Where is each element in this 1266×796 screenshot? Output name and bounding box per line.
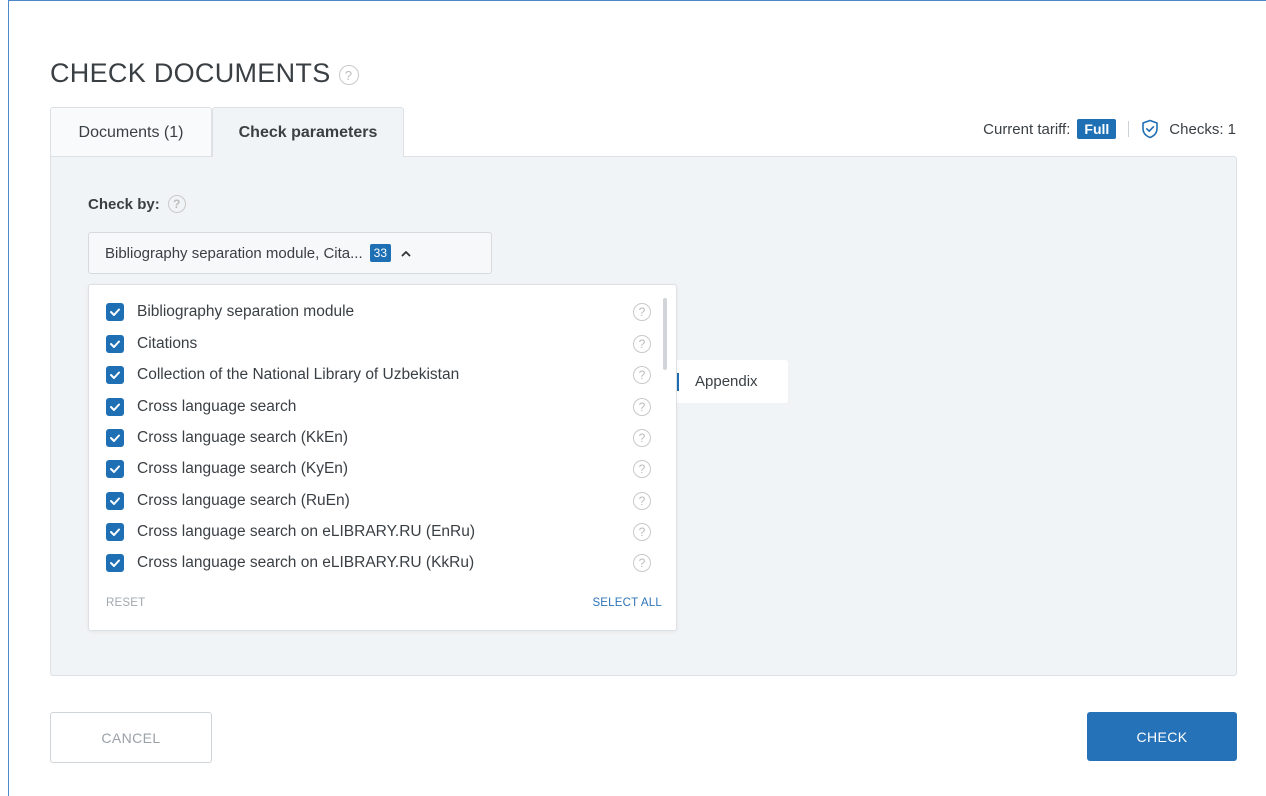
module-option[interactable]: Collection of the National Library of Uz… — [106, 364, 651, 386]
page-title-text: CHECK DOCUMENTS — [50, 58, 331, 88]
module-label: Cross language search (KkEn) — [137, 429, 349, 446]
module-label: Cross language search (KyEn) — [137, 460, 349, 477]
divider — [1128, 121, 1130, 137]
appendix-label: Appendix — [695, 373, 758, 390]
tariff-info: Current tariff: Full Checks: 1 — [983, 119, 1236, 139]
reset-button[interactable]: RESET — [106, 597, 145, 609]
help-icon[interactable]: ? — [633, 523, 651, 541]
help-icon[interactable]: ? — [633, 303, 651, 321]
module-label: Citations — [137, 335, 198, 352]
check-by-select[interactable]: Bibliography separation module, Cita... … — [88, 232, 492, 274]
cancel-button-label: CANCEL — [101, 729, 161, 746]
scrollbar-thumb[interactable] — [663, 298, 667, 370]
check-button-label: CHECK — [1136, 728, 1188, 745]
module-option[interactable]: Cross language search ? — [106, 396, 651, 418]
tariff-badge: Full — [1077, 119, 1117, 139]
checkbox-checked-icon[interactable] — [106, 492, 124, 510]
select-all-button[interactable]: SELECT ALL — [592, 597, 662, 609]
checkbox-checked-icon[interactable] — [106, 554, 124, 572]
module-option[interactable]: Cross language search on eLIBRARY.RU (Kk… — [106, 552, 651, 574]
tariff-label: Current tariff: — [983, 120, 1071, 138]
tab-check-parameters-label: Check parameters — [238, 123, 378, 141]
checks-count: Checks: 1 — [1169, 120, 1236, 138]
check-by-text: Check by: — [88, 195, 160, 213]
shield-check-icon — [1141, 119, 1159, 139]
help-icon[interactable]: ? — [633, 429, 651, 447]
selected-summary: Bibliography separation module, Cita... — [105, 244, 363, 262]
tab-documents[interactable]: Documents (1) — [50, 107, 212, 157]
page-title: CHECK DOCUMENTS ? — [50, 58, 359, 89]
module-label: Cross language search — [137, 398, 297, 415]
module-label: Collection of the National Library of Uz… — [137, 366, 460, 383]
help-icon[interactable]: ? — [633, 366, 651, 384]
checkbox-checked-icon[interactable] — [106, 429, 124, 447]
checkbox-checked-icon[interactable] — [106, 366, 124, 384]
module-label: Bibliography separation module — [137, 303, 355, 320]
tab-check-parameters[interactable]: Check parameters — [212, 107, 404, 157]
module-option[interactable]: Bibliography separation module ? — [106, 301, 651, 323]
module-option[interactable]: Cross language search (KyEn) ? — [106, 458, 651, 480]
appendix-option[interactable]: Appendix — [676, 360, 788, 403]
selected-count-badge: 33 — [369, 244, 392, 262]
checkbox-checked-icon[interactable] — [106, 523, 124, 541]
tab-documents-label: Documents (1) — [78, 123, 184, 141]
check-button[interactable]: CHECK — [1087, 712, 1237, 761]
module-label: Cross language search on eLIBRARY.RU (Kk… — [137, 554, 475, 571]
module-option[interactable]: Cross language search on eLIBRARY.RU (En… — [106, 521, 651, 543]
chevron-up-icon — [401, 246, 411, 260]
module-label: Cross language search on eLIBRARY.RU (En… — [137, 523, 476, 540]
help-icon[interactable]: ? — [338, 65, 359, 85]
help-icon[interactable]: ? — [633, 492, 651, 510]
module-option[interactable]: Cross language search (RuEn) ? — [106, 490, 651, 512]
check-by-label: Check by: ? — [88, 195, 186, 213]
module-option[interactable]: Cross language search (KkEn) ? — [106, 427, 651, 449]
help-icon[interactable]: ? — [633, 554, 651, 572]
checkbox-checked-icon[interactable] — [106, 398, 124, 416]
checkbox-checked-icon[interactable] — [106, 303, 124, 321]
module-label: Cross language search (RuEn) — [137, 492, 350, 509]
modules-dropdown: Bibliography separation module ? Citatio… — [88, 284, 677, 631]
checkbox-checked-icon[interactable] — [106, 335, 124, 353]
checkbox-checked-icon[interactable] — [106, 460, 124, 478]
cancel-button[interactable]: CANCEL — [50, 712, 212, 763]
help-icon[interactable]: ? — [167, 195, 186, 213]
module-option[interactable]: Citations ? — [106, 333, 651, 355]
help-icon[interactable]: ? — [633, 460, 651, 478]
help-icon[interactable]: ? — [633, 335, 651, 353]
help-icon[interactable]: ? — [633, 398, 651, 416]
